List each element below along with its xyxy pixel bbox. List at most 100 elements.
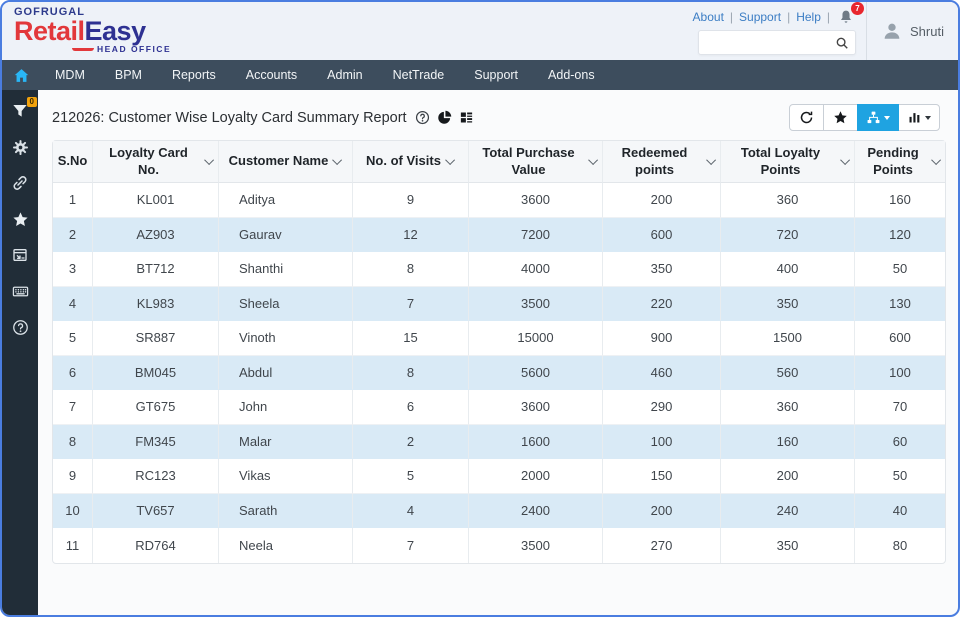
brand-name-red: Retail [14, 16, 85, 46]
sort-chevron-icon[interactable] [445, 155, 455, 165]
table-row[interactable]: 2AZ903Gaurav127200600720120 [53, 218, 945, 253]
column-header-total-loyalty-points[interactable]: Total Loyalty Points [721, 141, 855, 183]
nav-item-add-ons[interactable]: Add-ons [533, 60, 610, 90]
favorites-star-icon[interactable] [11, 210, 29, 228]
table-row[interactable]: 5SR887Vinoth15150009001500600 [53, 321, 945, 356]
table-row[interactable]: 3BT712Shanthi8400035040050 [53, 252, 945, 287]
cell-card-no: AZ903 [93, 218, 219, 253]
navbar-items: MDMBPMReportsAccountsAdminNetTradeSuppor… [40, 60, 610, 90]
column-label: No. of Visits [366, 153, 441, 169]
nav-item-mdm[interactable]: MDM [40, 60, 100, 90]
table-row[interactable]: 9RC123Vikas5200015020050 [53, 459, 945, 494]
cell-loyalty-points: 1500 [721, 321, 855, 356]
sort-chevron-icon[interactable] [204, 155, 214, 165]
cell-loyalty-points: 400 [721, 252, 855, 287]
cell-loyalty-points: 560 [721, 356, 855, 391]
table-row[interactable]: 4KL983Sheela73500220350130 [53, 287, 945, 322]
cell-pending-points: 50 [855, 459, 945, 494]
nav-item-admin[interactable]: Admin [312, 60, 377, 90]
cell-sno: 1 [53, 183, 93, 218]
settings-gear-icon[interactable] [11, 138, 29, 156]
bar-chart-icon [907, 110, 922, 125]
cell-loyalty-points: 160 [721, 425, 855, 460]
cell-pending-points: 50 [855, 252, 945, 287]
link-icon[interactable] [11, 174, 29, 192]
cell-pending-points: 80 [855, 528, 945, 563]
cell-customer-name: John [219, 390, 353, 425]
chart-view-button[interactable] [898, 104, 940, 131]
keyboard-icon[interactable] [11, 282, 29, 300]
sort-chevron-icon[interactable] [588, 155, 598, 165]
favorite-button[interactable] [823, 104, 858, 131]
cell-purchase-value: 3600 [469, 390, 603, 425]
header-link-help[interactable]: Help [796, 10, 821, 24]
column-header-pending-points[interactable]: Pending Points [855, 141, 945, 183]
report-title: 212026: Customer Wise Loyalty Card Summa… [52, 110, 407, 126]
cell-card-no: TV657 [93, 494, 219, 529]
cell-purchase-value: 3600 [469, 183, 603, 218]
table-row[interactable]: 6BM045Abdul85600460560100 [53, 356, 945, 391]
sort-chevron-icon[interactable] [706, 155, 716, 165]
report-title-icons [415, 110, 474, 125]
column-header-loyalty-card-no-[interactable]: Loyalty Card No. [93, 141, 219, 183]
table-row[interactable]: 7GT675John6360029036070 [53, 390, 945, 425]
export-window-icon[interactable] [11, 246, 29, 264]
table-row[interactable]: 1KL001Aditya93600200360160 [53, 183, 945, 218]
brand-edition-label: HEAD OFFICE [97, 44, 171, 54]
cell-visits: 8 [353, 356, 469, 391]
cell-pending-points: 600 [855, 321, 945, 356]
filter-icon[interactable]: 0 [11, 102, 29, 120]
global-search[interactable] [698, 30, 856, 55]
report-help-icon[interactable] [415, 110, 430, 125]
cell-pending-points: 40 [855, 494, 945, 529]
user-menu[interactable]: Shruti [866, 2, 958, 60]
report-toolbar [789, 104, 940, 131]
cell-pending-points: 100 [855, 356, 945, 391]
cell-loyalty-points: 720 [721, 218, 855, 253]
chart-caret-icon [925, 116, 931, 120]
nav-item-bpm[interactable]: BPM [100, 60, 157, 90]
cell-pending-points: 120 [855, 218, 945, 253]
sort-chevron-icon[interactable] [931, 155, 941, 165]
cell-visits: 5 [353, 459, 469, 494]
notifications-button[interactable]: 7 [838, 9, 856, 25]
cell-redeemed-points: 200 [603, 494, 721, 529]
brand-logo: GOFRUGAL RetailEasy HEAD OFFICE [2, 2, 202, 60]
table-row[interactable]: 11RD764Neela7350027035080 [53, 528, 945, 563]
nav-item-reports[interactable]: Reports [157, 60, 231, 90]
nav-item-accounts[interactable]: Accounts [231, 60, 312, 90]
nav-item-nettrade[interactable]: NetTrade [378, 60, 460, 90]
top-header: GOFRUGAL RetailEasy HEAD OFFICE About|Su… [2, 2, 958, 60]
cell-loyalty-points: 360 [721, 390, 855, 425]
brand-swoosh [72, 48, 94, 51]
nav-home[interactable] [2, 67, 40, 84]
table-row[interactable]: 8FM345Malar2160010016060 [53, 425, 945, 460]
cell-visits: 4 [353, 494, 469, 529]
cell-loyalty-points: 350 [721, 287, 855, 322]
cell-redeemed-points: 600 [603, 218, 721, 253]
table-row[interactable]: 10TV657Sarath4240020024040 [53, 494, 945, 529]
cell-purchase-value: 7200 [469, 218, 603, 253]
cell-customer-name: Shanthi [219, 252, 353, 287]
header-link-about[interactable]: About [693, 10, 724, 24]
cell-redeemed-points: 290 [603, 390, 721, 425]
sort-chevron-icon[interactable] [332, 155, 342, 165]
nav-item-support[interactable]: Support [459, 60, 533, 90]
search-icon[interactable] [835, 36, 849, 50]
column-header-redeemed-points[interactable]: Redeemed points [603, 141, 721, 183]
hierarchy-caret-icon [884, 116, 890, 120]
header-link-support[interactable]: Support [739, 10, 781, 24]
search-input[interactable] [705, 36, 835, 50]
column-header-total-purchase-value[interactable]: Total Purchase Value [469, 141, 603, 183]
cell-customer-name: Malar [219, 425, 353, 460]
refresh-button[interactable] [789, 104, 824, 131]
column-header-customer-name[interactable]: Customer Name [219, 141, 353, 183]
grid-view-icon[interactable] [459, 110, 474, 125]
sort-chevron-icon[interactable] [840, 155, 850, 165]
cell-purchase-value: 1600 [469, 425, 603, 460]
header-right: About|Support|Help|7 [693, 2, 866, 60]
help-icon[interactable] [11, 318, 29, 336]
hierarchy-view-button[interactable] [857, 104, 899, 131]
column-header-no-of-visits[interactable]: No. of Visits [353, 141, 469, 183]
pie-chart-icon[interactable] [437, 110, 452, 125]
